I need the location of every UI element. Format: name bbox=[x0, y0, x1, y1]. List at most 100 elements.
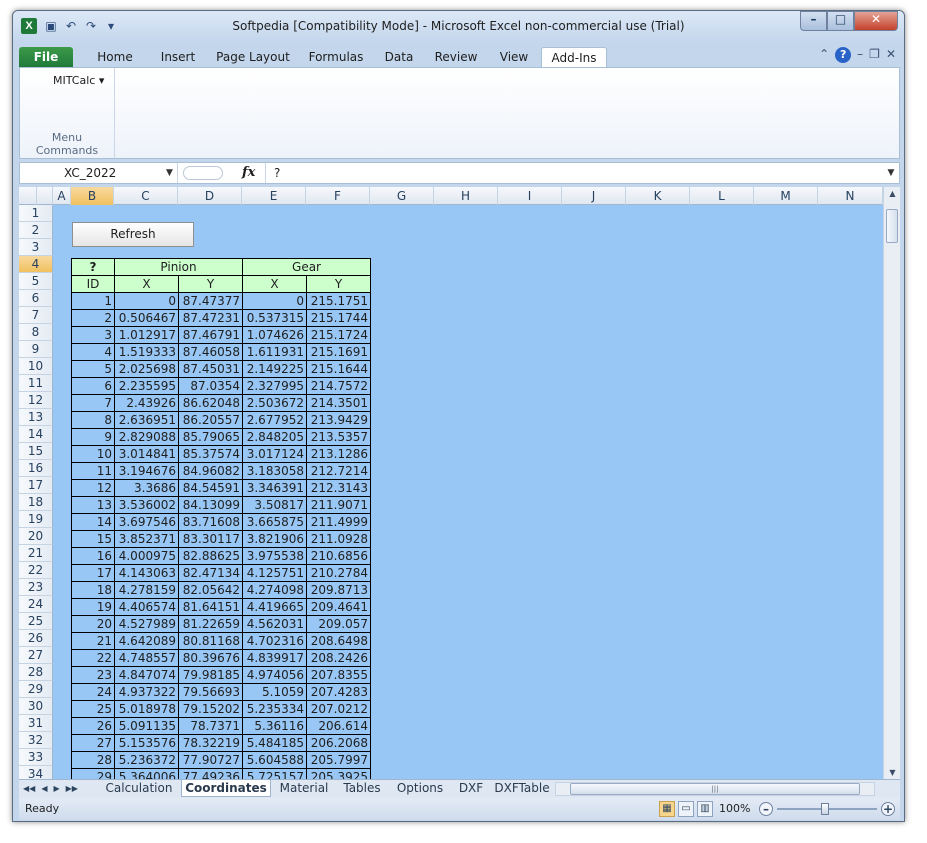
cell-pinion-x[interactable]: 3.697546 bbox=[114, 513, 179, 531]
pinion-header[interactable]: Pinion bbox=[114, 258, 243, 276]
cell-gear-y[interactable]: 211.4999 bbox=[306, 513, 371, 531]
cell-id[interactable]: 6 bbox=[71, 377, 115, 395]
cell-gear-x[interactable]: 2.327995 bbox=[242, 377, 307, 395]
select-all-corner[interactable] bbox=[19, 187, 37, 205]
cell-gear-y[interactable]: 208.2426 bbox=[306, 649, 371, 667]
cell-gear-x[interactable]: 2.503672 bbox=[242, 394, 307, 412]
cell-pinion-y[interactable]: 83.71608 bbox=[178, 513, 243, 531]
cell-pinion-y[interactable]: 78.7371 bbox=[178, 717, 243, 735]
cell-id[interactable]: 22 bbox=[71, 649, 115, 667]
cell-gear-x[interactable]: 5.484185 bbox=[242, 734, 307, 752]
cell-id[interactable]: 27 bbox=[71, 734, 115, 752]
cell-gear-y[interactable]: 212.7214 bbox=[306, 462, 371, 480]
tab-insert[interactable]: Insert bbox=[147, 47, 209, 67]
cell-pinion-x[interactable]: 4.937322 bbox=[114, 683, 179, 701]
cell-id[interactable]: 20 bbox=[71, 615, 115, 633]
cell-gear-x[interactable]: 4.839917 bbox=[242, 649, 307, 667]
cell-id[interactable]: 23 bbox=[71, 666, 115, 684]
cell-gear-y[interactable]: 212.3143 bbox=[306, 479, 371, 497]
cell-gear-x[interactable]: 4.274098 bbox=[242, 581, 307, 599]
cell-pinion-x[interactable]: 2.829088 bbox=[114, 428, 179, 446]
worksheet-grid[interactable]: A B C D E F G H I J K L M N 1 2 3 4 5 6 7 8 9 10 1… bbox=[19, 187, 900, 779]
column-header[interactable]: A bbox=[53, 187, 71, 205]
cell-pinion-x[interactable]: 4.642089 bbox=[114, 632, 179, 650]
vertical-scrollbar[interactable]: ▲ ▼ bbox=[883, 187, 900, 779]
cell-gear-y[interactable]: 213.1286 bbox=[306, 445, 371, 463]
cell-pinion-y[interactable]: 87.45031 bbox=[178, 360, 243, 378]
column-header[interactable]: F bbox=[306, 187, 370, 205]
cell-id[interactable]: 16 bbox=[71, 547, 115, 565]
cell-id[interactable]: 17 bbox=[71, 564, 115, 582]
row-header[interactable]: 18 bbox=[19, 494, 53, 511]
cell-gear-y[interactable]: 214.3501 bbox=[306, 394, 371, 412]
cell-pinion-x[interactable]: 4.000975 bbox=[114, 547, 179, 565]
cell-pinion-x[interactable]: 4.748557 bbox=[114, 649, 179, 667]
horizontal-scrollbar[interactable]: ||| bbox=[555, 782, 875, 796]
cell-pinion-y[interactable]: 87.46058 bbox=[178, 343, 243, 361]
cell-gear-y[interactable]: 211.0928 bbox=[306, 530, 371, 548]
cell-gear-y[interactable]: 210.6856 bbox=[306, 547, 371, 565]
cell-gear-x[interactable]: 3.50817 bbox=[242, 496, 307, 514]
cell-gear-y[interactable]: 209.8713 bbox=[306, 581, 371, 599]
row-header[interactable]: 24 bbox=[19, 596, 53, 613]
zoom-out-icon[interactable]: – bbox=[759, 802, 773, 816]
cell-gear-x[interactable]: 4.419665 bbox=[242, 598, 307, 616]
minimize-ribbon-icon[interactable]: ⌃ bbox=[819, 47, 829, 63]
zoom-slider-handle[interactable] bbox=[821, 803, 829, 815]
cell-id[interactable]: 24 bbox=[71, 683, 115, 701]
cell-id[interactable]: 15 bbox=[71, 530, 115, 548]
row-header[interactable]: 20 bbox=[19, 528, 53, 545]
expand-formula-bar-icon[interactable]: ▼ bbox=[884, 164, 898, 182]
tab-formulas[interactable]: Formulas bbox=[299, 47, 373, 67]
tab-review[interactable]: Review bbox=[425, 47, 487, 67]
cell-pinion-y[interactable]: 84.54591 bbox=[178, 479, 243, 497]
row-header[interactable]: 6 bbox=[19, 290, 53, 307]
row-header[interactable]: 14 bbox=[19, 426, 53, 443]
cell-pinion-x[interactable]: 4.406574 bbox=[114, 598, 179, 616]
cell-gear-x[interactable]: 5.235334 bbox=[242, 700, 307, 718]
row-header[interactable]: 23 bbox=[19, 579, 53, 596]
sheet-tab-material[interactable]: Material bbox=[273, 780, 335, 797]
row-header[interactable]: 28 bbox=[19, 664, 53, 681]
cell-gear-y[interactable]: 210.2784 bbox=[306, 564, 371, 582]
row-header[interactable]: 21 bbox=[19, 545, 53, 562]
cell-gear-y[interactable]: 214.7572 bbox=[306, 377, 371, 395]
cell-pinion-y[interactable]: 80.81168 bbox=[178, 632, 243, 650]
cell-pinion-x[interactable]: 0 bbox=[114, 292, 179, 310]
cell-pinion-x[interactable]: 3.852371 bbox=[114, 530, 179, 548]
vertical-scroll-thumb[interactable] bbox=[886, 209, 898, 243]
column-header[interactable]: D bbox=[178, 187, 242, 205]
insert-function-icon[interactable]: fx bbox=[242, 163, 255, 183]
row-header[interactable]: 1 bbox=[19, 205, 53, 222]
minimize-button[interactable]: – bbox=[800, 11, 827, 31]
cell-gear-x[interactable]: 0 bbox=[242, 292, 307, 310]
sheet-tab-coordinates[interactable]: Coordinates bbox=[181, 780, 271, 797]
row-header[interactable]: 19 bbox=[19, 511, 53, 528]
cell-id[interactable]: 1 bbox=[71, 292, 115, 310]
cell-gear-x[interactable]: 3.821906 bbox=[242, 530, 307, 548]
column-header[interactable]: L bbox=[690, 187, 754, 205]
cell-id[interactable]: 19 bbox=[71, 598, 115, 616]
cell-pinion-y[interactable]: 85.37574 bbox=[178, 445, 243, 463]
row-header[interactable]: 27 bbox=[19, 647, 53, 664]
row-header[interactable]: 12 bbox=[19, 392, 53, 409]
row-header[interactable]: 16 bbox=[19, 460, 53, 477]
maximize-button[interactable]: □ bbox=[827, 11, 854, 31]
cell-pinion-x[interactable]: 2.43926 bbox=[114, 394, 179, 412]
cell-pinion-x[interactable]: 3.014841 bbox=[114, 445, 179, 463]
cell-pinion-y[interactable]: 81.64151 bbox=[178, 598, 243, 616]
cell-pinion-y[interactable]: 86.62048 bbox=[178, 394, 243, 412]
cell-gear-x[interactable]: 1.074626 bbox=[242, 326, 307, 344]
column-header[interactable]: G bbox=[370, 187, 434, 205]
cell-id[interactable]: 14 bbox=[71, 513, 115, 531]
column-header[interactable]: K bbox=[626, 187, 690, 205]
cell-gear-y[interactable]: 205.3925 bbox=[306, 768, 371, 779]
cell-pinion-y[interactable]: 84.96082 bbox=[178, 462, 243, 480]
cell-gear-x[interactable]: 2.677952 bbox=[242, 411, 307, 429]
cell-pinion-x[interactable]: 5.236372 bbox=[114, 751, 179, 769]
cell-gear-y[interactable]: 208.6498 bbox=[306, 632, 371, 650]
cell-gear-y[interactable]: 207.8355 bbox=[306, 666, 371, 684]
cell-pinion-x[interactable]: 0.506467 bbox=[114, 309, 179, 327]
cell-id[interactable]: 7 bbox=[71, 394, 115, 412]
cell-gear-x[interactable]: 5.1059 bbox=[242, 683, 307, 701]
